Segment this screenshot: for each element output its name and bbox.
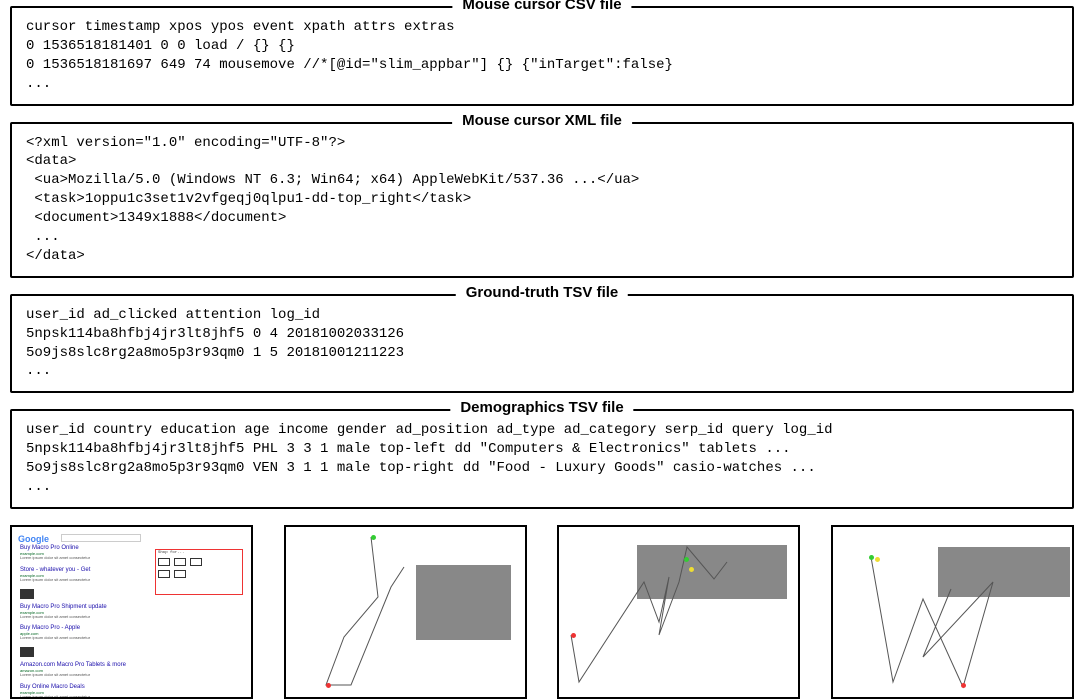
- groundtruth-file-box: Ground-truth TSV file user_id ad_clicked…: [10, 294, 1074, 394]
- trajectory-marker: [371, 535, 376, 540]
- csv-file-content: cursor timestamp xpos ypos event xpath a…: [26, 18, 1058, 94]
- xml-file-content: <?xml version="1.0" encoding="UTF-8"?> <…: [26, 134, 1058, 266]
- serp-result: Amazon.com Macro Pro Tablets & moreamazo…: [20, 647, 140, 678]
- serp-result: Buy Macro Pro Onlineexample.comLorem ips…: [20, 545, 140, 561]
- trajectory-marker: [326, 683, 331, 688]
- trajectory-thumbnail-3: [831, 525, 1074, 699]
- serp-result: Store - whatever you - Getexample.comLor…: [20, 567, 140, 583]
- ad-icon: [158, 570, 170, 578]
- trajectory-thumbnail-2: [557, 525, 800, 699]
- serp-result: Buy Macro Pro Shipment updateexample.com…: [20, 589, 140, 620]
- csv-file-title: Mouse cursor CSV file: [452, 0, 631, 13]
- trajectory-marker: [961, 683, 966, 688]
- ad-icon: [174, 570, 186, 578]
- trajectory-path: [559, 527, 800, 699]
- trajectory-path: [286, 527, 527, 699]
- serp-result: Buy Online Macro Dealsexample.comLorem i…: [20, 684, 140, 699]
- xml-file-title: Mouse cursor XML file: [452, 112, 632, 129]
- ad-icon: [158, 558, 170, 566]
- search-bar-mock: [61, 534, 141, 542]
- trajectory-thumbnail-1: [284, 525, 527, 699]
- groundtruth-file-content: user_id ad_clicked attention log_id 5nps…: [26, 306, 1058, 382]
- trajectory-marker: [869, 555, 874, 560]
- ad-box: Shop for...: [155, 549, 243, 595]
- serp-thumbnail: Google Buy Macro Pro Onlineexample.comLo…: [10, 525, 253, 699]
- trajectory-marker: [875, 557, 880, 562]
- trajectory-path: [833, 527, 1074, 699]
- ad-icon: [174, 558, 186, 566]
- ad-icon: [190, 558, 202, 566]
- csv-file-box: Mouse cursor CSV file cursor timestamp x…: [10, 6, 1074, 106]
- xml-file-box: Mouse cursor XML file <?xml version="1.0…: [10, 122, 1074, 278]
- serp-results-column: Buy Macro Pro Onlineexample.comLorem ips…: [20, 545, 140, 699]
- demographics-file-title: Demographics TSV file: [450, 399, 633, 416]
- demographics-file-box: Demographics TSV file user_id country ed…: [10, 409, 1074, 509]
- google-logo: Google: [18, 534, 49, 544]
- groundtruth-file-title: Ground-truth TSV file: [456, 284, 628, 301]
- demographics-file-content: user_id country education age income gen…: [26, 421, 1058, 497]
- serp-result: Buy Macro Pro - Appleapple.comLorem ipsu…: [20, 625, 140, 641]
- thumbnail-row: Google Buy Macro Pro Onlineexample.comLo…: [10, 525, 1074, 699]
